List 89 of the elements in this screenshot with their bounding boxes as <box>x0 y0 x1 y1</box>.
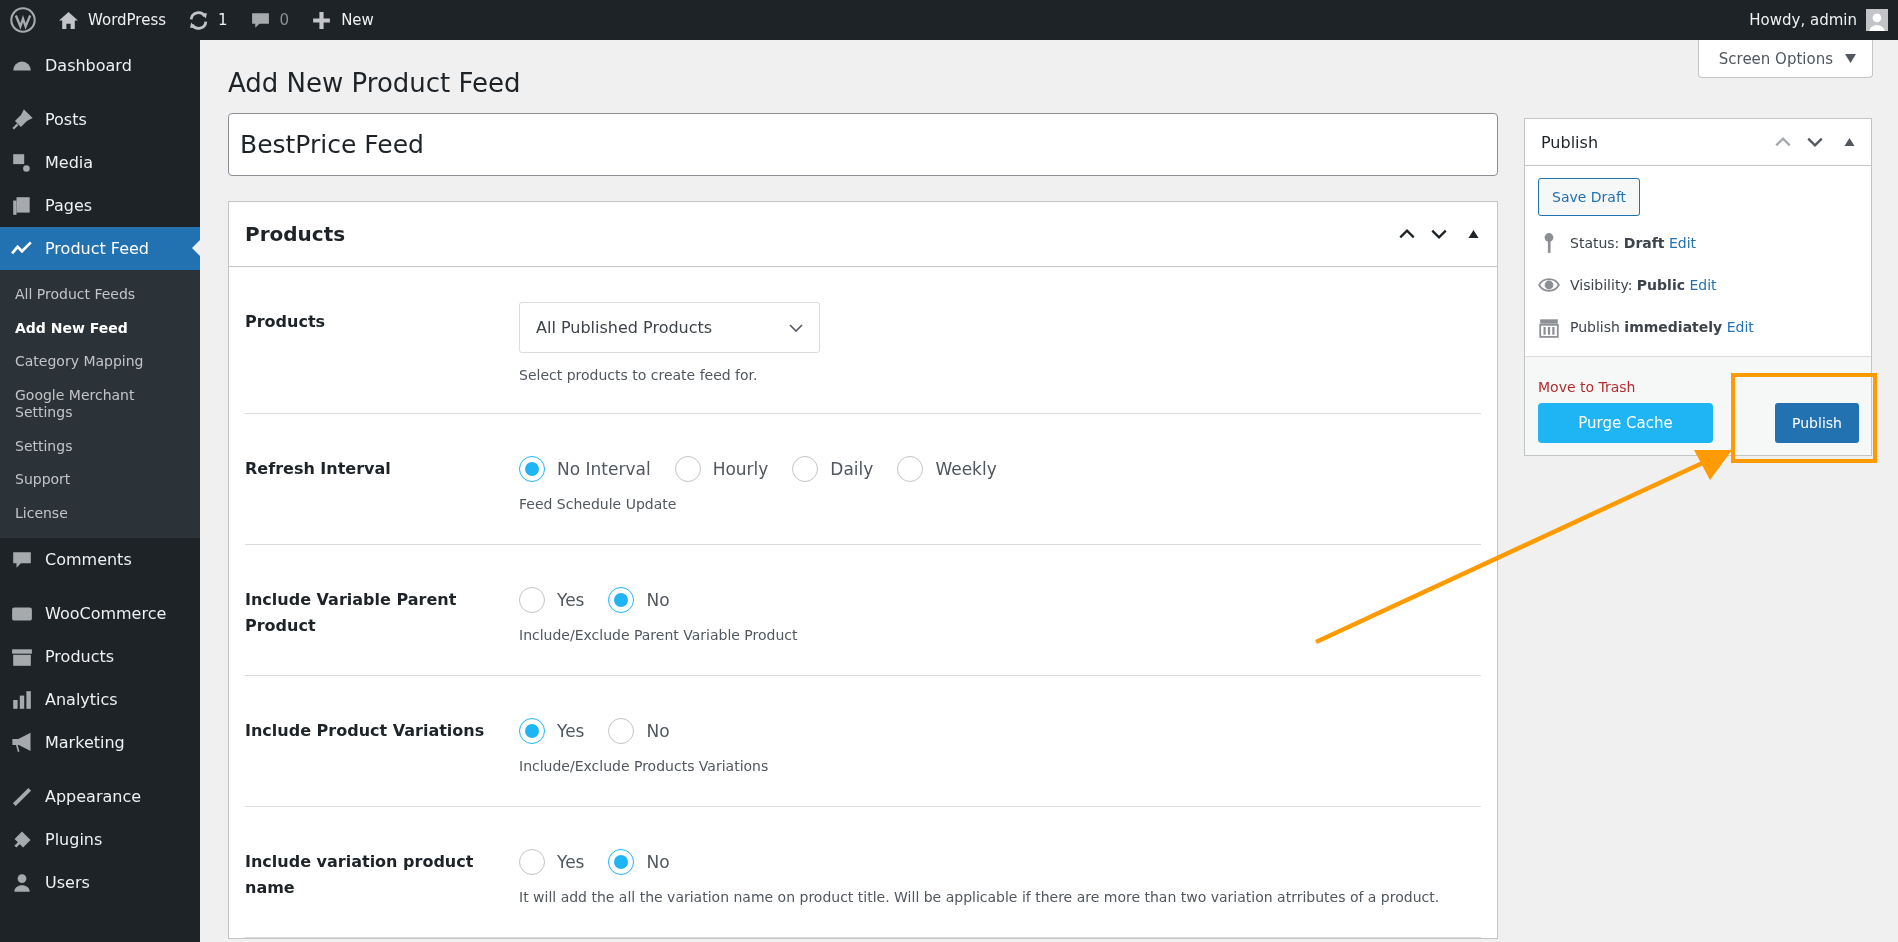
wordpress-logo-icon[interactable] <box>10 7 36 33</box>
screen-options-button[interactable]: Screen Options <box>1697 40 1873 78</box>
products-dropdown[interactable]: All Published Products <box>519 302 820 354</box>
submenu-item[interactable]: Support <box>0 463 180 497</box>
calendar-icon <box>1538 316 1560 338</box>
radio-button[interactable] <box>897 456 924 483</box>
site-name-link[interactable]: WordPress <box>58 9 167 31</box>
radio-button[interactable] <box>674 456 701 483</box>
refresh-icon <box>188 9 210 31</box>
submenu-item[interactable]: License <box>0 496 180 530</box>
edit-link[interactable]: Edit <box>1726 319 1754 335</box>
submenu-item[interactable]: All Product Feeds <box>0 278 180 312</box>
sidebar-item[interactable]: Products <box>0 635 200 678</box>
sidebar-item[interactable]: Users <box>0 861 200 904</box>
field-label: Refresh Interval <box>245 458 392 481</box>
radio-button[interactable] <box>519 587 545 614</box>
title-input-field[interactable]: BestPrice Feed <box>228 113 1498 177</box>
comments-link[interactable]: 0 <box>249 9 290 31</box>
radio-button[interactable] <box>608 718 635 745</box>
home-icon <box>58 9 79 31</box>
radio-button[interactable] <box>519 849 545 876</box>
radio-option[interactable]: No Interval <box>519 456 651 483</box>
field-label: Products <box>245 311 327 334</box>
radio-option[interactable]: No <box>608 718 670 745</box>
field-label: Include Variable Parent Product <box>245 589 458 637</box>
panel-title: Products <box>245 222 347 247</box>
updates-link[interactable]: 1 <box>188 9 228 31</box>
chevron-down-icon <box>789 323 803 332</box>
sidebar-item[interactable]: Product Feed <box>0 227 200 270</box>
media-icon <box>11 151 33 174</box>
panel-title: Publish <box>1541 132 1600 152</box>
radio-button[interactable] <box>608 587 635 614</box>
radio-button[interactable] <box>519 718 545 745</box>
bars-icon <box>11 688 33 711</box>
radio-option[interactable]: Yes <box>519 849 585 876</box>
megaphone-icon <box>11 731 33 754</box>
sidebar-item[interactable]: Plugins <box>0 818 200 861</box>
radio-option[interactable]: Hourly <box>674 456 769 483</box>
chevron-down-icon[interactable] <box>1430 228 1448 241</box>
collapse-triangle-icon[interactable] <box>1468 230 1479 239</box>
field-description: Include/Exclude Parent Variable Product <box>519 627 799 644</box>
field-label: Include variation product name <box>245 851 475 899</box>
sidebar-item[interactable]: Dashboard <box>0 44 200 87</box>
new-link[interactable]: New <box>311 9 374 31</box>
publish-setting-text: Status: Draft Edit <box>1570 235 1697 251</box>
sidebar-item[interactable]: Marketing <box>0 721 200 764</box>
field-label: Include Product Variations <box>245 720 486 743</box>
chevron-up-icon[interactable] <box>1398 228 1416 241</box>
caret-icon <box>1845 54 1856 63</box>
chevron-down-icon[interactable] <box>1806 136 1824 148</box>
sidebar-item[interactable]: WooCommerce <box>0 592 200 635</box>
submenu-item[interactable]: Category Mapping <box>0 345 180 379</box>
pages-icon <box>11 194 33 217</box>
submenu-item[interactable]: Settings <box>0 429 180 463</box>
field-description: Include/Exclude Products Variations <box>519 758 770 775</box>
radio-option[interactable]: Weekly <box>897 456 997 483</box>
page-title: Add New Product Feed <box>228 68 522 100</box>
move-to-trash-link[interactable]: Move to Trash <box>1538 379 1859 395</box>
radio-option[interactable]: Yes <box>519 718 585 745</box>
sidebar-item[interactable]: Analytics <box>0 678 200 721</box>
save-draft-button[interactable]: Save Draft <box>1538 178 1641 216</box>
edit-link[interactable]: Edit <box>1689 277 1717 293</box>
radio-button[interactable] <box>519 456 545 483</box>
sidebar-item[interactable]: Appearance <box>0 775 200 818</box>
radio-option[interactable]: Yes <box>519 587 585 614</box>
account-link[interactable]: Howdy, admin <box>1749 9 1888 31</box>
radio-button[interactable] <box>792 456 819 483</box>
publish-setting-text: Visibility: Public Edit <box>1570 277 1717 293</box>
publish-button[interactable]: Publish <box>1775 403 1859 443</box>
field-description: Select products to create feed for. <box>519 367 759 384</box>
collapse-triangle-icon[interactable] <box>1844 138 1855 146</box>
avatar-icon <box>1866 9 1888 31</box>
submenu-item[interactable]: Add New Feed <box>0 311 180 345</box>
sidebar-item[interactable]: Posts <box>0 98 200 141</box>
field-description: It will add the all the variation name on product title. Will be applicable if there are more than two variation atrributes of a product. <box>519 889 1441 906</box>
radio-option[interactable]: Daily <box>792 456 874 483</box>
submenu-item[interactable]: Google Merchant Settings <box>0 378 180 430</box>
sidebar-item[interactable]: Media <box>0 141 200 184</box>
user-icon <box>11 871 33 894</box>
sidebar-item[interactable]: Comments <box>0 538 200 581</box>
publish-setting-text: Publish immediately Edit <box>1570 319 1754 335</box>
radio-button[interactable] <box>608 849 635 876</box>
pin-icon <box>11 108 33 131</box>
sidebar-item[interactable]: Pages <box>0 184 200 227</box>
edit-link[interactable]: Edit <box>1669 235 1697 251</box>
radio-option[interactable]: No <box>608 587 670 614</box>
field-description: Feed Schedule Update <box>519 496 678 513</box>
radio-option[interactable]: No <box>608 849 670 876</box>
plus-icon <box>311 9 333 31</box>
